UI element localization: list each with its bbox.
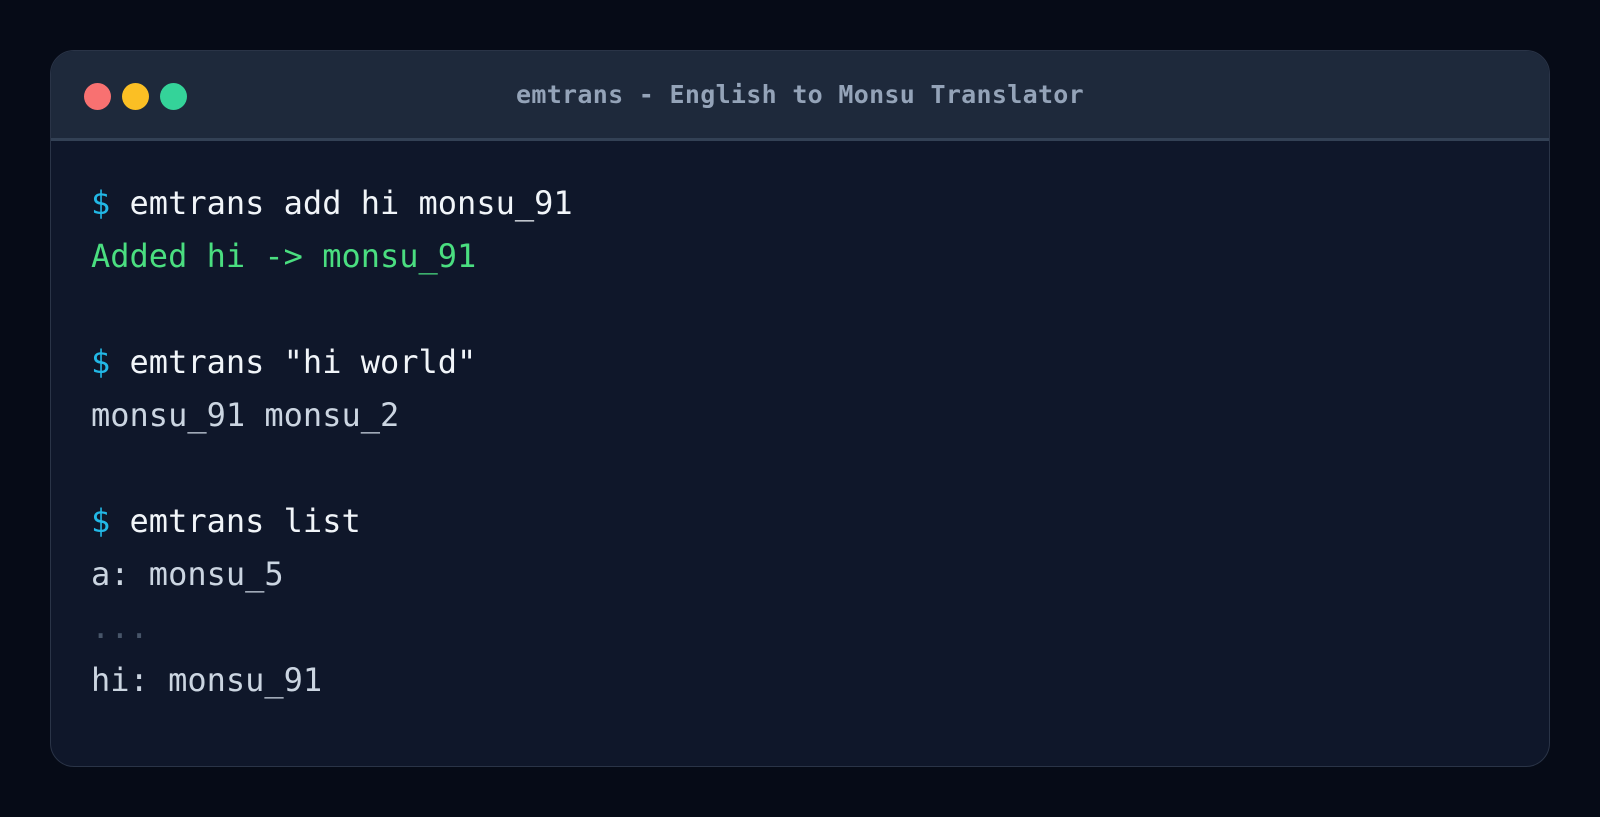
terminal-window: emtrans - English to Monsu Translator $ … bbox=[50, 50, 1550, 767]
prompt-symbol: $ bbox=[91, 502, 111, 540]
success-output: Added hi -> monsu_91 bbox=[91, 237, 477, 275]
command-text: emtrans list bbox=[129, 502, 361, 540]
command-line: $ emtrans add hi monsu_91 bbox=[91, 177, 1509, 230]
list-output-line: hi: monsu_91 bbox=[91, 661, 323, 699]
window-title: emtrans - English to Monsu Translator bbox=[516, 80, 1084, 109]
list-output-line: a: monsu_5 bbox=[91, 555, 284, 593]
translation-output: monsu_91 monsu_2 bbox=[91, 396, 400, 434]
terminal-body[interactable]: $ emtrans add hi monsu_91 Added hi -> mo… bbox=[51, 141, 1549, 707]
prompt-symbol: $ bbox=[91, 343, 111, 381]
command-line: $ emtrans list bbox=[91, 495, 1509, 548]
title-bar: emtrans - English to Monsu Translator bbox=[51, 51, 1549, 141]
list-ellipsis: ... bbox=[91, 608, 149, 646]
command-line: $ emtrans "hi world" bbox=[91, 336, 1509, 389]
command-text: emtrans add hi monsu_91 bbox=[129, 184, 573, 222]
prompt-symbol: $ bbox=[91, 184, 111, 222]
command-text: emtrans "hi world" bbox=[129, 343, 477, 381]
